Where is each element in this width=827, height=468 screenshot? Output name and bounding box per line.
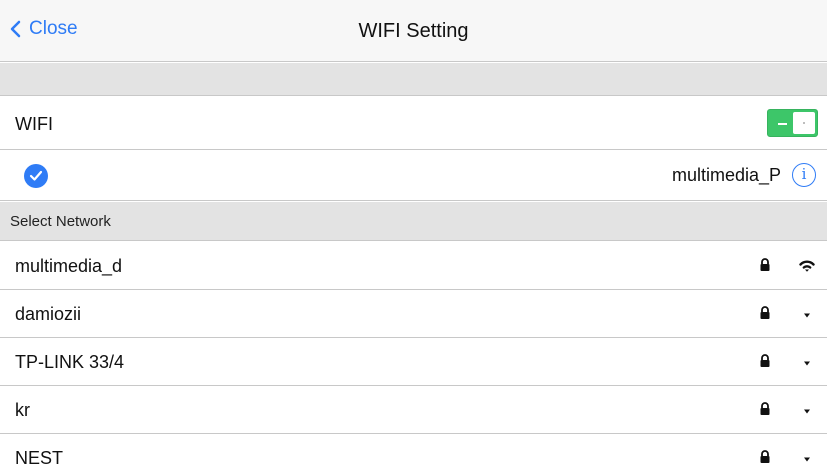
lock-icon (759, 353, 771, 369)
wifi-toggle[interactable] (767, 109, 818, 137)
wifi-weak-icon (799, 450, 815, 464)
section-header-label: Select Network (10, 213, 111, 230)
network-row[interactable]: NEST (0, 434, 827, 468)
toggle-knob (793, 112, 815, 134)
checkmark-icon (24, 164, 48, 188)
network-name: damiozii (15, 304, 82, 324)
current-network-row[interactable]: multimedia_P i (0, 151, 827, 201)
network-name: multimedia_d (15, 256, 123, 276)
navigation-bar: Close WIFI Setting (0, 0, 827, 62)
wifi-label: WIFI (15, 114, 53, 134)
network-name: TP-LINK 33/4 (15, 352, 125, 372)
info-icon[interactable]: i (792, 163, 816, 187)
toggle-on-mark (778, 123, 787, 125)
network-row[interactable]: TP-LINK 33/4 (0, 338, 827, 386)
close-button[interactable]: Close (10, 18, 78, 40)
wifi-strong-icon (799, 258, 815, 272)
network-name: kr (15, 400, 30, 420)
wifi-weak-icon (799, 306, 815, 320)
lock-icon (759, 305, 771, 321)
network-row[interactable]: kr (0, 386, 827, 434)
select-network-header: Select Network (0, 202, 827, 241)
lock-icon (759, 449, 771, 465)
network-row[interactable]: damiozii (0, 290, 827, 338)
wifi-weak-icon (799, 354, 815, 368)
page-title: WIFI Setting (358, 20, 469, 42)
close-label: Close (29, 18, 78, 39)
lock-icon (759, 257, 771, 273)
network-name: NEST (15, 448, 64, 468)
chevron-left-icon (10, 20, 21, 38)
wifi-row: WIFI (0, 97, 827, 150)
network-row[interactable]: multimedia_d (0, 242, 827, 290)
current-network-name: multimedia_P (671, 165, 781, 185)
lock-icon (759, 401, 771, 417)
section-spacer (0, 63, 827, 96)
wifi-weak-icon (799, 402, 815, 416)
